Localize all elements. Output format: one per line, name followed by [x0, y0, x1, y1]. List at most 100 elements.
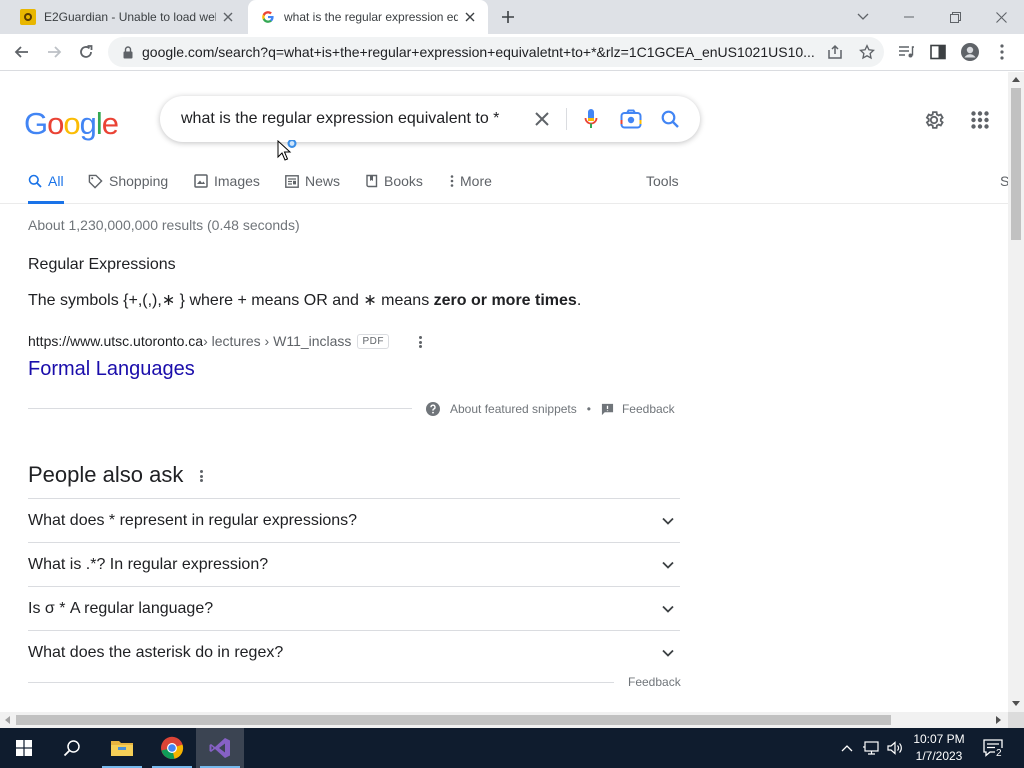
scroll-right-arrow-icon[interactable] — [996, 716, 1001, 724]
file-explorer-icon[interactable] — [98, 728, 146, 768]
show-hidden-icons-chevron-icon[interactable] — [838, 728, 856, 768]
safesearch-label-text: S — [1000, 173, 1008, 189]
paa-question[interactable]: What is .*? In regular expression? — [28, 542, 680, 586]
close-tab-icon[interactable] — [458, 5, 482, 29]
scroll-down-arrow-icon[interactable] — [1012, 701, 1020, 706]
voice-search-mic-icon[interactable] — [579, 107, 603, 131]
close-window-icon[interactable] — [978, 0, 1024, 34]
chrome-menu-icon[interactable] — [988, 38, 1016, 66]
forward-arrow-icon[interactable] — [40, 38, 68, 66]
tab-more[interactable]: More — [450, 168, 492, 204]
paa-question-text: What does * represent in regular express… — [28, 512, 358, 529]
paa-feedback-link[interactable]: Feedback — [628, 675, 681, 689]
scroll-left-arrow-icon[interactable] — [5, 716, 10, 724]
more-vertical-icon — [450, 173, 454, 189]
reload-icon[interactable] — [72, 38, 100, 66]
result-stats: About 1,230,000,000 results (0.48 second… — [28, 217, 300, 233]
search-icon — [28, 173, 42, 189]
search-icon[interactable] — [658, 107, 682, 131]
book-icon — [366, 173, 378, 189]
scroll-up-arrow-icon[interactable] — [1012, 77, 1020, 82]
chevron-down-icon — [662, 561, 674, 569]
browser-toolbar: google.com/search?q=what+is+the+regular+… — [0, 34, 1024, 71]
citation-site: https://www.utsc.utoronto.ca — [28, 333, 204, 349]
search-box[interactable]: what is the regular expression equivalen… — [160, 96, 700, 142]
result-citation[interactable]: https://www.utsc.utoronto.ca › lectures … — [28, 333, 389, 349]
paa-divider — [28, 682, 614, 683]
paa-question[interactable]: Is σ * A regular language? — [28, 586, 680, 630]
media-control-icon[interactable] — [892, 38, 920, 66]
address-bar[interactable]: google.com/search?q=what+is+the+regular+… — [108, 37, 884, 67]
google-logo[interactable]: Google — [24, 106, 119, 142]
divider — [566, 108, 567, 130]
tab-all-label: All — [48, 173, 64, 189]
tab-strip: E2Guardian - Unable to load web what is … — [0, 0, 1024, 34]
result-title-link[interactable]: Formal Languages — [28, 358, 195, 381]
paa-options-menu-icon[interactable] — [194, 468, 208, 484]
camera-lens-icon[interactable] — [619, 107, 643, 131]
paa-question[interactable]: What does the asterisk do in regex? — [28, 630, 680, 674]
help-circle-icon[interactable] — [426, 402, 440, 416]
vertical-scrollbar[interactable] — [1008, 72, 1024, 712]
tools-button[interactable]: Tools — [646, 168, 679, 204]
paa-question-text: What does the asterisk do in regex? — [28, 644, 284, 661]
windows-start-icon[interactable] — [0, 728, 48, 768]
mouse-cursor-busy-icon — [277, 139, 303, 169]
chevron-down-icon — [662, 605, 674, 613]
browser-tab-google-search[interactable]: what is the regular expression eq — [248, 0, 488, 34]
e2guardian-favicon-icon — [20, 9, 36, 25]
snippet-footer: About featured snippets • Feedback — [426, 400, 675, 418]
settings-gear-icon[interactable] — [922, 108, 946, 132]
side-panel-icon[interactable] — [924, 38, 952, 66]
about-snippets-link[interactable]: About featured snippets — [450, 402, 577, 416]
snippet-text-bold: zero or more times — [433, 292, 577, 309]
chrome-taskbar-icon[interactable] — [148, 728, 196, 768]
tab-all[interactable]: All — [28, 168, 64, 204]
search-input[interactable]: what is the regular expression equivalen… — [181, 110, 499, 128]
close-tab-icon[interactable] — [216, 5, 240, 29]
feedback-flag-icon[interactable] — [601, 403, 614, 416]
paa-question[interactable]: What does * represent in regular express… — [28, 498, 680, 542]
google-apps-grid-icon[interactable] — [968, 108, 992, 132]
restore-icon[interactable] — [932, 0, 978, 34]
snippet-text-end: . — [576, 292, 582, 309]
share-icon[interactable] — [820, 44, 850, 60]
clear-search-icon[interactable] — [530, 107, 554, 131]
tab-images-label: Images — [214, 173, 260, 189]
filetype-badge: PDF — [357, 333, 389, 349]
citation-path: › lectures › W11_inclass — [203, 333, 352, 349]
result-options-menu-icon[interactable] — [413, 334, 427, 350]
horizontal-scrollbar[interactable] — [0, 712, 1008, 728]
paa-question-text: What is .*? In regular expression? — [28, 556, 269, 573]
snippet-divider — [28, 408, 412, 409]
lock-icon[interactable] — [114, 45, 142, 59]
chevron-down-icon — [662, 649, 674, 657]
people-also-ask-title: People also ask — [28, 462, 184, 487]
profile-avatar-icon[interactable] — [956, 38, 984, 66]
tab-books[interactable]: Books — [366, 168, 423, 204]
taskbar-clock[interactable]: 10:07 PM 1/7/2023 — [908, 731, 970, 765]
browser-tab-e2guardian[interactable]: E2Guardian - Unable to load web — [8, 0, 246, 34]
action-center-icon[interactable]: 2 — [980, 728, 1008, 768]
vertical-scroll-thumb[interactable] — [1011, 88, 1021, 240]
bookmark-star-icon[interactable] — [850, 44, 884, 60]
clock-date: 1/7/2023 — [915, 749, 963, 763]
tab-news[interactable]: News — [285, 168, 340, 204]
back-arrow-icon[interactable] — [8, 38, 36, 66]
volume-icon[interactable] — [884, 728, 906, 768]
tab-images[interactable]: Images — [194, 168, 260, 204]
network-icon[interactable] — [860, 728, 882, 768]
horizontal-scroll-thumb[interactable] — [16, 715, 891, 725]
taskbar-search-icon[interactable] — [48, 728, 96, 768]
paa-question-text: Is σ * A regular language? — [28, 600, 214, 617]
visual-studio-icon[interactable] — [196, 728, 244, 768]
windows-taskbar: 10:07 PM 1/7/2023 2 — [0, 728, 1024, 768]
new-tab-plus-icon[interactable] — [496, 5, 520, 29]
tab-shopping[interactable]: Shopping — [88, 168, 168, 204]
separator-dot: • — [586, 402, 591, 416]
tab-title: E2Guardian - Unable to load web — [44, 10, 216, 24]
safesearch-label-fragment[interactable]: S — [1000, 168, 1008, 204]
tab-search-chevron-icon[interactable] — [840, 0, 886, 34]
snippet-feedback-link[interactable]: Feedback — [622, 402, 675, 416]
minimize-icon[interactable] — [886, 0, 932, 34]
